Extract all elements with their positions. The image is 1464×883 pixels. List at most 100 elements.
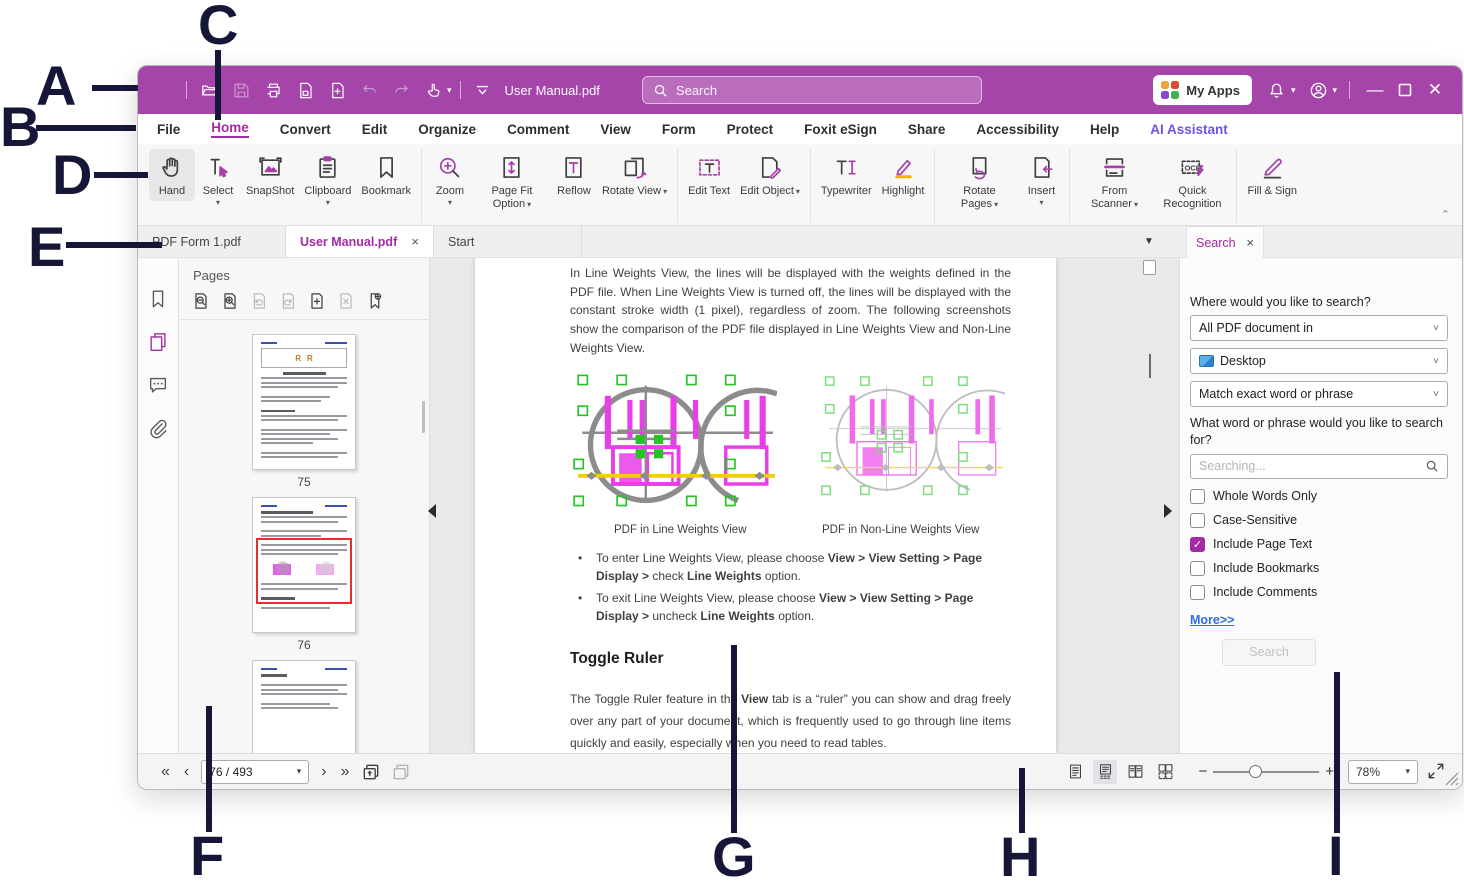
last-page-icon[interactable]: »	[341, 764, 350, 780]
expand-right-panel-icon[interactable]	[1164, 504, 1172, 518]
window-resize-grip[interactable]	[1445, 772, 1459, 786]
facing-view-icon[interactable]	[1123, 760, 1147, 784]
ribbon-reflow-button[interactable]: Reflow	[551, 149, 597, 201]
pages-panel-icon[interactable]	[147, 331, 169, 353]
page-thumbnail-75[interactable]: RR	[252, 334, 356, 470]
collapse-left-panel-icon[interactable]	[428, 504, 436, 518]
ribbon-edit-text-button[interactable]: Edit Text	[683, 149, 735, 201]
close-button[interactable]: ✕	[1420, 75, 1450, 105]
ribbon-page-fit-option-button[interactable]: Page Fit Option▾	[473, 149, 551, 214]
previous-view-icon[interactable]	[361, 762, 381, 782]
page-options-icon[interactable]	[365, 291, 385, 311]
export-icon[interactable]	[292, 77, 318, 103]
next-page-icon[interactable]: ›	[321, 764, 326, 780]
menu-share[interactable]: Share	[908, 122, 946, 137]
zoom-slider[interactable]	[1213, 771, 1319, 773]
ribbon-quick-recognition-button[interactable]: OCRQuick Recognition	[1153, 149, 1231, 214]
search-panel-tab[interactable]: Search ×	[1186, 226, 1264, 258]
touch-mode-caret-icon[interactable]: ▾	[447, 85, 452, 96]
single-page-view-icon[interactable]	[1063, 760, 1087, 784]
global-search-input[interactable]	[676, 83, 971, 98]
zoom-slider-thumb[interactable]	[1249, 765, 1262, 778]
ribbon-rotate-view-button[interactable]: Rotate View▾	[597, 149, 672, 201]
checkbox-case-sensitive[interactable]: Case-Sensitive	[1190, 513, 1448, 528]
menu-comment[interactable]: Comment	[507, 122, 569, 137]
search-match-select[interactable]: Match exact word or phrase ˅	[1190, 381, 1448, 407]
tab-list-dropdown-icon[interactable]: ▼	[1144, 236, 1154, 247]
ribbon-select-button[interactable]: Select▾	[195, 149, 241, 210]
comments-panel-icon[interactable]	[147, 374, 169, 396]
print-icon[interactable]	[260, 77, 286, 103]
search-location-select[interactable]: Desktop ˅	[1190, 348, 1448, 374]
bookmark-panel-icon[interactable]	[147, 288, 169, 310]
ribbon-fill-sign-button[interactable]: Fill & Sign	[1242, 149, 1302, 201]
account-caret-icon[interactable]: ▾	[1332, 85, 1337, 96]
checkbox-include-comments[interactable]: Include Comments	[1190, 585, 1448, 600]
ribbon-rotate-pages-button[interactable]: Rotate Pages▾	[940, 149, 1018, 214]
menu-form[interactable]: Form	[662, 122, 696, 137]
ribbon-snapshot-button[interactable]: SnapShot	[241, 149, 299, 201]
document-scrollbar-thumb[interactable]	[1143, 260, 1156, 275]
checkbox-unchecked-icon[interactable]	[1190, 585, 1205, 600]
minimize-button[interactable]: —	[1360, 75, 1390, 105]
prev-page-icon[interactable]: ‹	[184, 764, 189, 780]
checkbox-include-bookmarks[interactable]: Include Bookmarks	[1190, 561, 1448, 576]
page-thumbnail[interactable]	[252, 660, 356, 753]
ribbon-bookmark-button[interactable]: Bookmark	[356, 149, 416, 201]
search-submit-button[interactable]: Search	[1222, 639, 1316, 666]
notifications-bell-icon[interactable]	[1264, 77, 1290, 103]
checkbox-include-page-text[interactable]: ✓Include Page Text	[1190, 537, 1448, 552]
checkbox-checked-icon[interactable]: ✓	[1190, 537, 1205, 552]
close-tab-icon[interactable]: ×	[411, 234, 419, 249]
maximize-button[interactable]	[1390, 75, 1420, 105]
notifications-caret-icon[interactable]: ▾	[1291, 85, 1296, 96]
ribbon-typewriter-button[interactable]: Typewriter	[816, 149, 877, 201]
checkbox-unchecked-icon[interactable]	[1190, 513, 1205, 528]
foxit-logo-icon[interactable]	[151, 77, 177, 103]
create-icon[interactable]	[324, 77, 350, 103]
first-page-icon[interactable]: «	[161, 764, 170, 780]
insert-page-icon[interactable]	[307, 291, 327, 311]
checkbox-unchecked-icon[interactable]	[1190, 561, 1205, 576]
menu-foxit-esign[interactable]: Foxit eSign	[804, 122, 877, 137]
menu-ai-assistant[interactable]: AI Assistant	[1150, 122, 1228, 137]
page-thumbnail-76[interactable]	[252, 497, 356, 633]
thumb-zoom-out-icon[interactable]	[191, 291, 211, 311]
pages-panel-scrollbar[interactable]	[422, 401, 425, 433]
ribbon-edit-object-button[interactable]: Edit Object▾	[735, 149, 805, 201]
checkbox-whole-words-only[interactable]: Whole Words Only	[1190, 489, 1448, 504]
ribbon-insert-button[interactable]: Insert▾	[1018, 149, 1064, 210]
attachments-panel-icon[interactable]	[147, 417, 169, 439]
document-tab-user-manual-pdf[interactable]: User Manual.pdf×	[286, 226, 434, 257]
next-view-icon[interactable]	[391, 762, 411, 782]
menu-view[interactable]: View	[600, 122, 631, 137]
page-number-input[interactable]: 76 / 493 ▾	[201, 760, 309, 784]
search-term-input[interactable]	[1199, 459, 1425, 473]
ribbon-zoom-button[interactable]: Zoom▾	[427, 149, 473, 210]
menu-file[interactable]: File	[157, 122, 180, 137]
checkbox-unchecked-icon[interactable]	[1190, 489, 1205, 504]
search-scope-select[interactable]: All PDF document in ˅	[1190, 315, 1448, 341]
ribbon-highlight-button[interactable]: Highlight	[877, 149, 930, 201]
menu-accessibility[interactable]: Accessibility	[976, 122, 1059, 137]
touch-mode-icon[interactable]	[420, 77, 446, 103]
menu-organize[interactable]: Organize	[418, 122, 476, 137]
ribbon-clipboard-button[interactable]: Clipboard▾	[299, 149, 356, 210]
global-search-box[interactable]	[642, 76, 982, 104]
my-apps-button[interactable]: My Apps	[1153, 75, 1252, 105]
thumb-zoom-in-icon[interactable]	[220, 291, 240, 311]
ribbon-from-scanner-button[interactable]: From Scanner▾	[1075, 149, 1153, 214]
menu-edit[interactable]: Edit	[362, 122, 388, 137]
zoom-percent-input[interactable]: 78% ▾	[1348, 760, 1418, 784]
collapse-ribbon-icon[interactable]: ⌃	[1441, 208, 1450, 221]
account-avatar-icon[interactable]	[1305, 77, 1331, 103]
document-tab-start[interactable]: Start	[434, 226, 582, 257]
pdf-page[interactable]: In Line Weights View, the lines will be …	[475, 258, 1056, 753]
zoom-out-icon[interactable]: −	[1192, 763, 1213, 780]
continuous-view-icon[interactable]	[1093, 760, 1117, 784]
hide-toolbar-icon[interactable]	[470, 77, 496, 103]
menu-convert[interactable]: Convert	[280, 122, 331, 137]
ribbon-hand-button[interactable]: Hand	[149, 149, 195, 201]
menu-home[interactable]: Home	[211, 120, 249, 138]
facing-continuous-view-icon[interactable]	[1153, 760, 1177, 784]
